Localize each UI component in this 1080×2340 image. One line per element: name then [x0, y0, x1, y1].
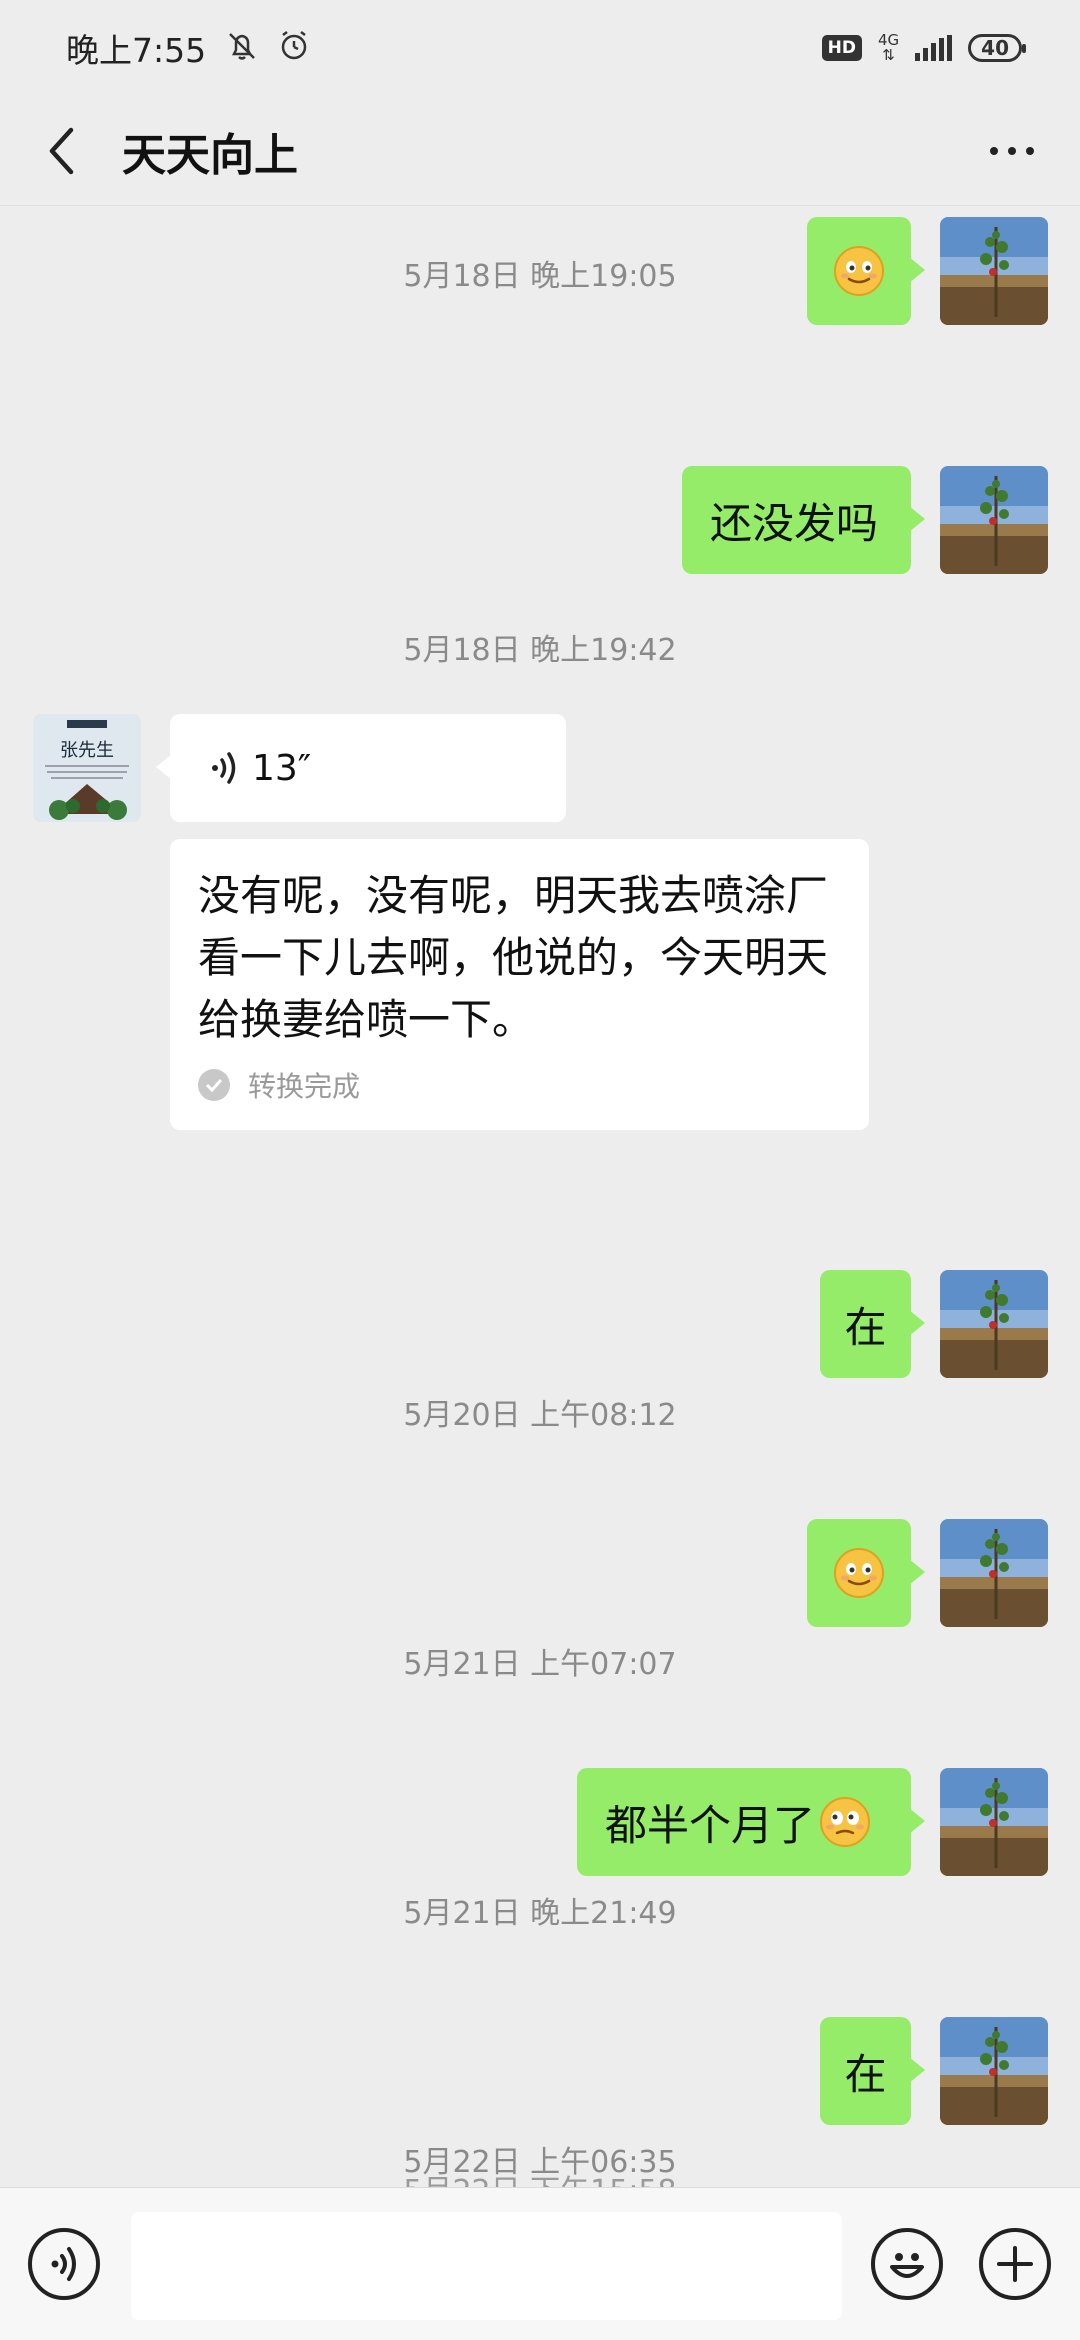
timestamp-partial: 5月22日 下午15:58 [0, 2172, 1080, 2187]
more-dot [1008, 146, 1016, 155]
avatar[interactable] [940, 2017, 1048, 2125]
back-button[interactable] [36, 121, 88, 181]
message-bubble-sent[interactable]: 在 [820, 2017, 925, 2125]
message-bubble-sent[interactable] [807, 1519, 925, 1627]
network-type-label: 4G [877, 31, 900, 49]
emoji-button[interactable] [871, 2228, 943, 2300]
message-text: 在 [844, 2049, 887, 2099]
avatar[interactable] [940, 1519, 1048, 1627]
chat-header: 天天向上 [0, 96, 1080, 206]
emoji-icon [890, 2253, 924, 2278]
status-bar: 晚上7:55 HD 4G ⇅ 40 [0, 0, 1080, 96]
message-text: 在 [844, 1302, 887, 1352]
signal-strength-icon [915, 35, 953, 61]
more-options-button[interactable] [990, 121, 1034, 181]
status-time: 晚上7:55 [66, 31, 207, 70]
avatar[interactable] [940, 1768, 1048, 1876]
avatar[interactable] [940, 466, 1048, 574]
awkward-emoji-icon [819, 1796, 871, 1848]
avatar[interactable]: 张先生 [33, 714, 141, 822]
voice-transcript-bubble[interactable]: 没有呢，没有呢，明天我去喷涂厂看一下儿去啊，他说的，今天明天给换妻给喷一下。 转… [170, 839, 869, 1130]
timestamp: 5月18日 晚上19:05 [403, 259, 677, 294]
voice-mode-icon [51, 2247, 76, 2281]
message-list[interactable]: 5月18日 晚上19:05 还没发吗 5月18日 晚上19:42 张先生 13″… [0, 207, 1080, 2187]
chevron-left-icon [49, 127, 74, 174]
chat-title: 天天向上 [122, 129, 298, 181]
more-dot [1026, 146, 1034, 155]
voice-message-bubble[interactable]: 13″ [156, 714, 566, 822]
voice-wave-icon [210, 750, 240, 786]
svg-text:张先生: 张先生 [60, 740, 114, 761]
message-bubble-sent[interactable]: 在 [820, 1270, 925, 1378]
hd-badge: HD [821, 35, 862, 61]
plus-icon [997, 2246, 1033, 2282]
status-left-icons [224, 28, 312, 68]
avatar[interactable] [940, 1270, 1048, 1378]
check-circle-icon [198, 1069, 230, 1101]
message-bubble-sent[interactable]: 都半个月了 [577, 1768, 925, 1876]
voice-mode-button[interactable] [28, 2228, 100, 2300]
transcript-status: 转换完成 [198, 1065, 841, 1105]
timestamp: 5月20日 上午08:12 [403, 1398, 677, 1433]
more-actions-button[interactable] [979, 2228, 1051, 2300]
voice-duration: 13″ [252, 747, 312, 789]
timestamp: 5月18日 晚上19:42 [403, 633, 677, 668]
message-text: 还没发吗 [710, 498, 879, 548]
timestamp: 5月21日 上午07:07 [403, 1647, 677, 1682]
network-type: 4G ⇅ [877, 31, 900, 64]
transcript-text: 没有呢，没有呢，明天我去喷涂厂看一下儿去啊，他说的，今天明天给换妻给喷一下。 [198, 871, 829, 1044]
message-input[interactable] [131, 2212, 842, 2320]
smile-emoji-icon [833, 1547, 885, 1599]
message-text: 都半个月了 [605, 1800, 816, 1850]
more-dots-icon [990, 146, 998, 155]
battery-indicator: 40 [968, 34, 1026, 62]
alarm-clock-icon [276, 28, 312, 68]
transcript-status-label: 转换完成 [248, 1070, 361, 1103]
message-bubble-sent[interactable]: 还没发吗 [682, 466, 925, 574]
mute-bell-icon [224, 28, 260, 68]
timestamp: 5月21日 晚上21:49 [403, 1896, 677, 1931]
status-right-icons: HD 4G ⇅ 40 [821, 31, 1026, 64]
input-bar [0, 2187, 1080, 2340]
